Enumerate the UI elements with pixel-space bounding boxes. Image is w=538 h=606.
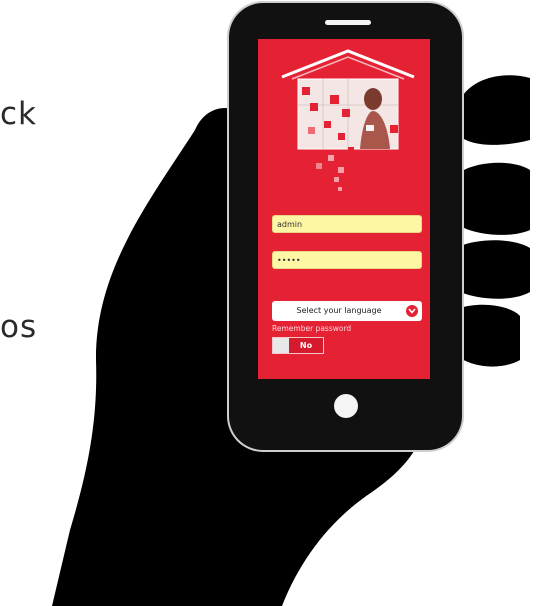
app-screen: admin ••••• Select your language Remembe…: [258, 39, 430, 379]
username-field[interactable]: admin: [272, 215, 422, 233]
remember-password-toggle[interactable]: No: [272, 337, 324, 354]
chevron-down-icon: [406, 305, 418, 317]
remember-password-label: Remember password: [272, 324, 352, 333]
speaker-grille: [325, 20, 371, 25]
phone-device: admin ••••• Select your language Remembe…: [229, 3, 462, 450]
toggle-state-text: No: [299, 341, 313, 350]
language-select[interactable]: Select your language: [272, 301, 422, 321]
house-logo-icon: [281, 49, 415, 191]
password-field[interactable]: •••••: [272, 251, 422, 269]
toggle-knob: [273, 338, 289, 353]
language-select-label: Select your language: [296, 306, 382, 315]
home-button-icon[interactable]: [334, 394, 358, 418]
